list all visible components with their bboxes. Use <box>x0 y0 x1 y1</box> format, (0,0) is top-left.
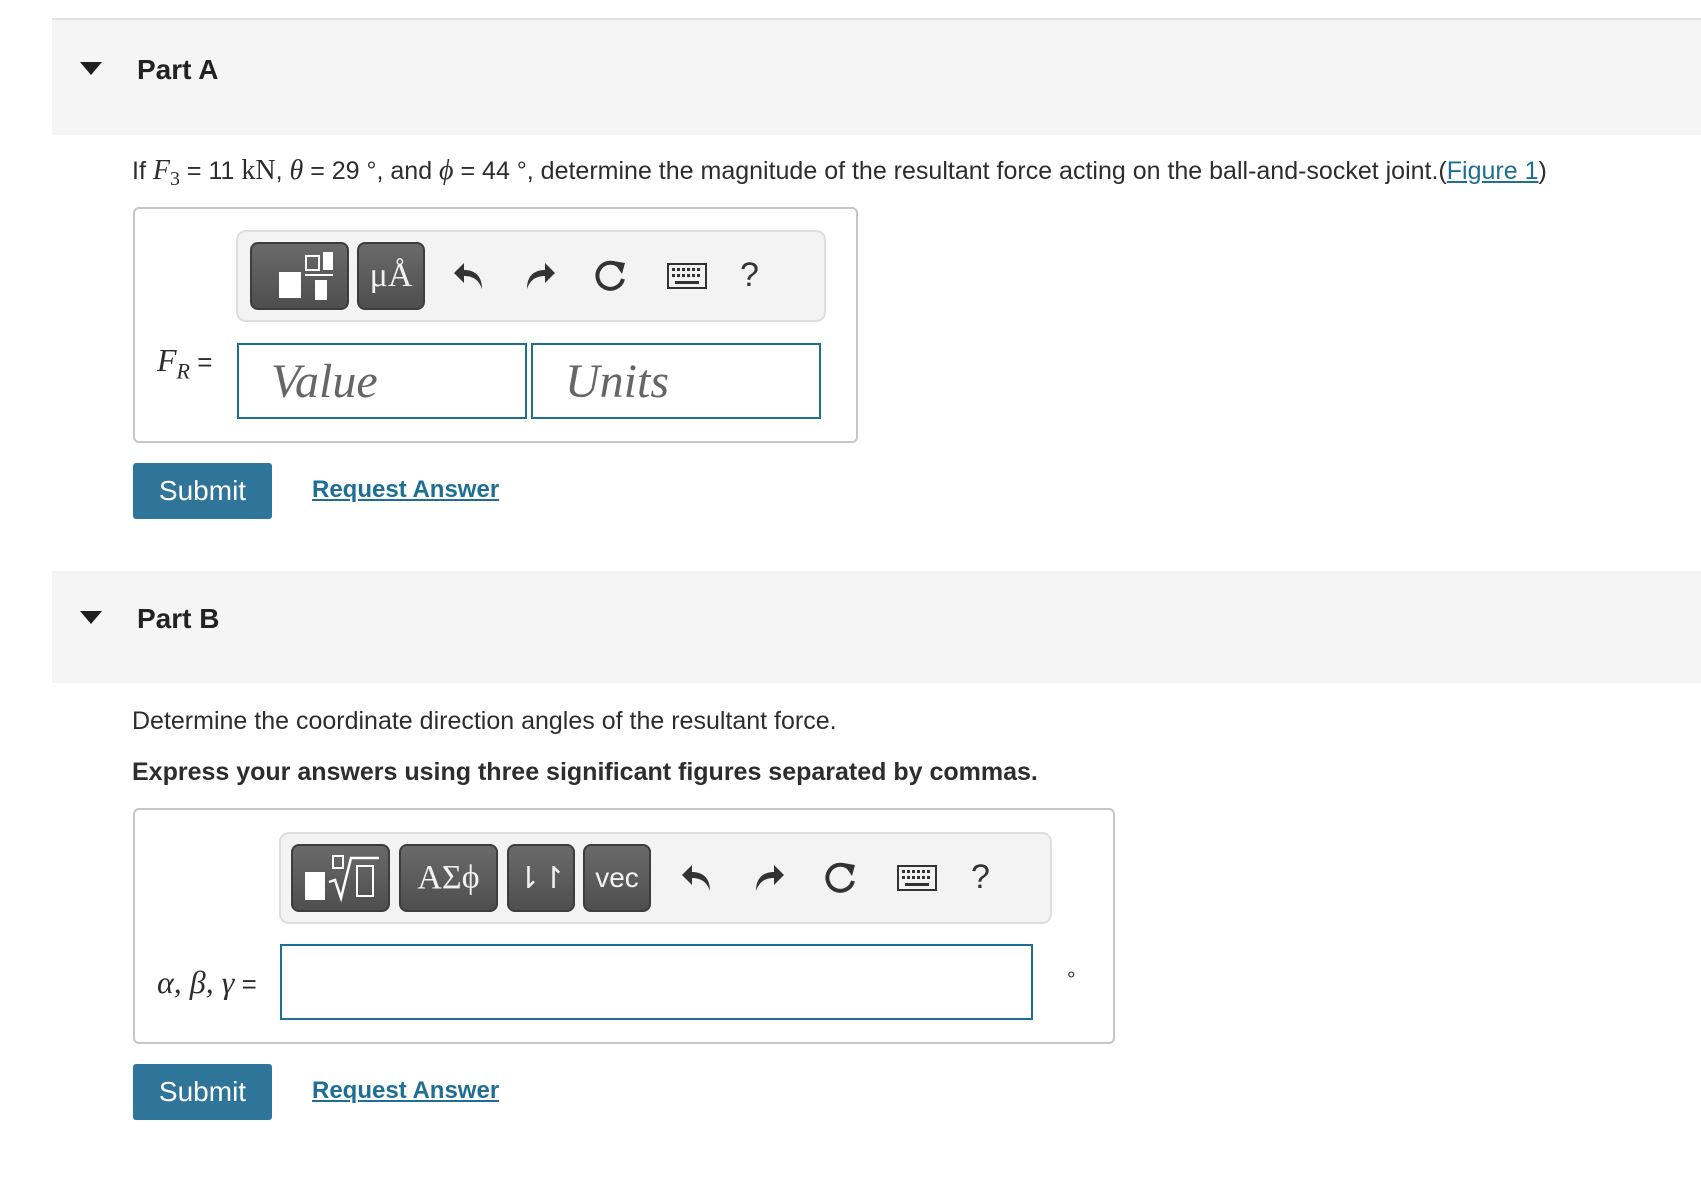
angles-input[interactable] <box>280 944 1033 1020</box>
part-b-request-answer-link[interactable]: Request Answer <box>312 1077 499 1105</box>
arrows-button[interactable]: ⇂↾ <box>507 844 575 912</box>
help-button[interactable]: ? <box>971 858 990 897</box>
greek-symbols-button[interactable]: ΑΣϕ <box>399 844 498 912</box>
help-button[interactable]: ? <box>740 256 759 295</box>
collapse-caret-icon[interactable] <box>80 62 102 75</box>
undo-icon[interactable] <box>677 858 717 898</box>
redo-icon[interactable] <box>749 858 789 898</box>
part-b-title: Part B <box>137 603 220 634</box>
figure-1-link[interactable]: Figure 1 <box>1447 157 1539 185</box>
reset-icon[interactable] <box>821 858 861 898</box>
templates-button[interactable] <box>250 242 349 310</box>
part-a-submit-button[interactable]: Submit <box>133 463 272 519</box>
part-b-toolbar: ΑΣϕ ⇂↾ vec ? <box>279 832 1052 924</box>
keyboard-icon[interactable] <box>896 858 938 898</box>
undo-icon[interactable] <box>449 256 489 296</box>
redo-icon[interactable] <box>520 256 560 296</box>
part-a-title: Part A <box>137 54 219 85</box>
template-icon <box>278 252 333 300</box>
value-input[interactable]: Value <box>237 343 527 419</box>
reset-icon[interactable] <box>591 256 631 296</box>
units-button[interactable]: μÅ <box>357 242 425 310</box>
collapse-caret-icon[interactable] <box>80 611 102 624</box>
part-a-answer-box: μÅ ? FR = Value Units <box>133 207 858 443</box>
part-a-request-answer-link[interactable]: Request Answer <box>312 476 499 504</box>
part-b-header[interactable]: Part B <box>52 571 1701 683</box>
part-a-header[interactable]: Part A <box>52 20 1701 135</box>
part-a-prompt: If F3 = 11 kN, θ = 29 °, and ϕ = 44 °, d… <box>132 155 1547 190</box>
part-b-answer-box: ΑΣϕ ⇂↾ vec ? α, β, γ = ∘ <box>133 808 1115 1044</box>
templates-button[interactable] <box>291 844 390 912</box>
degree-unit: ∘ <box>1065 964 1078 986</box>
angles-label: α, β, γ = <box>157 964 257 1000</box>
radical-template-icon <box>304 855 379 903</box>
part-b-instruction: Express your answers using three signifi… <box>132 758 1038 786</box>
keyboard-icon[interactable] <box>666 256 708 296</box>
fr-label: FR = <box>157 342 213 384</box>
units-input[interactable]: Units <box>531 343 821 419</box>
part-b-prompt: Determine the coordinate direction angle… <box>132 707 837 735</box>
part-b-submit-button[interactable]: Submit <box>133 1064 272 1120</box>
part-a-toolbar: μÅ ? <box>236 230 826 322</box>
vector-button[interactable]: vec <box>583 844 651 912</box>
